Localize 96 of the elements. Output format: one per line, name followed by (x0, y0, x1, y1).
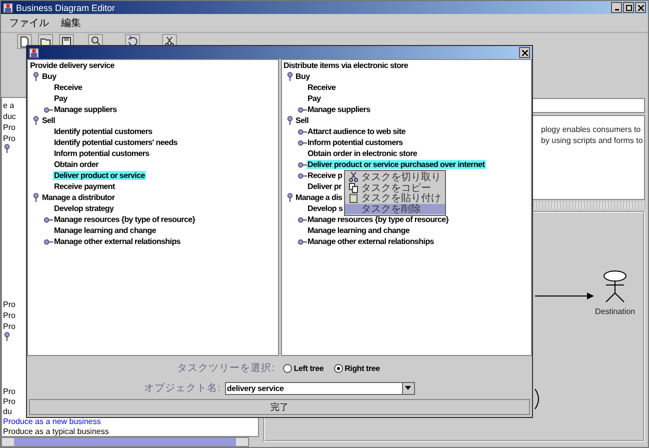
tree-item[interactable]: Pro (3, 322, 16, 331)
tree-item[interactable]: Sell (41, 116, 56, 125)
tree-item[interactable]: Deliver pr (306, 182, 342, 191)
menu-item[interactable]: 編集 (61, 16, 81, 30)
tree-item[interactable]: Pro (3, 123, 16, 132)
tree-item[interactable]: Receive payment (53, 182, 116, 191)
tree-item[interactable]: Pro (3, 387, 16, 396)
menu-item[interactable]: タスクを貼り付け (345, 193, 445, 204)
tree-item[interactable]: Pro (3, 397, 16, 406)
close-icon[interactable] (519, 47, 530, 58)
tree-item[interactable]: Manage suppliers (306, 105, 372, 114)
maximize-icon[interactable] (623, 2, 634, 13)
tree-item[interactable]: duc (3, 112, 16, 121)
scissors-icon (349, 172, 358, 182)
actor-label: Destination (595, 307, 636, 316)
field-label: オブジェクト名: (144, 382, 221, 395)
radio-option[interactable]: Right tree (334, 360, 380, 376)
app-icon (29, 48, 39, 58)
tree-item[interactable]: Manage learning and change (306, 226, 411, 235)
tree-item[interactable]: Deliver product or service (53, 171, 146, 180)
node-pin-icon[interactable] (3, 144, 11, 153)
expanded-node-icon[interactable] (286, 72, 294, 81)
window-title: Business Diagram Editor (16, 2, 116, 12)
tree-item[interactable]: Identify potential customers (53, 127, 154, 136)
tree-item[interactable]: Pay (53, 94, 68, 103)
node-pin-icon[interactable] (3, 332, 11, 341)
tree-item[interactable]: Inform potential customers (306, 138, 404, 147)
tree-item[interactable]: Pay (306, 94, 322, 103)
tree-item[interactable]: Obtain order (53, 160, 100, 169)
dropdown-icon[interactable] (402, 382, 414, 394)
tree-item[interactable]: Manage a distributor (41, 193, 116, 202)
expanded-node-icon[interactable] (32, 116, 40, 125)
expanded-node-icon[interactable] (32, 72, 40, 81)
collapsed-node-icon[interactable] (298, 138, 306, 146)
tree-item[interactable]: Inform potential customers (53, 149, 150, 158)
tree-item[interactable]: Manage other external relationships (53, 237, 182, 246)
tree-item[interactable]: Buy (41, 72, 58, 81)
tree-item[interactable]: Manage a dis (294, 193, 344, 202)
tree-item[interactable]: Pro (3, 300, 16, 309)
field-label: タスクツリーを選択: (177, 362, 275, 375)
collapsed-node-icon[interactable] (44, 238, 53, 246)
collapsed-node-icon[interactable] (44, 106, 53, 114)
tree-root[interactable]: Provide delivery service (30, 61, 114, 70)
menu-item[interactable]: タスクを削除 (345, 204, 445, 214)
radio-option[interactable]: Left tree (282, 360, 324, 376)
minimize-icon[interactable] (611, 2, 622, 13)
clipboard-icon (349, 193, 358, 204)
tree-item[interactable]: Develop s (306, 204, 344, 213)
tree-item[interactable]: du (3, 407, 12, 416)
collapsed-node-icon[interactable] (298, 238, 306, 246)
tree-item[interactable]: Receive (306, 83, 337, 92)
tree-item[interactable]: Manage resources {by type of resource} (53, 215, 196, 224)
collapsed-node-icon[interactable] (298, 172, 306, 180)
collapsed-node-icon[interactable] (298, 216, 306, 224)
tree-item[interactable]: Produce as a typical business (3, 427, 109, 436)
radio-icon[interactable] (282, 364, 292, 373)
tree-item[interactable]: Buy (294, 72, 311, 81)
expanded-node-icon[interactable] (32, 193, 40, 202)
done-button[interactable]: 完了 (29, 399, 530, 415)
tree-item[interactable]: Deliver product or service purchased over internet (306, 160, 486, 169)
collapsed-node-icon[interactable] (44, 216, 53, 224)
menu-item[interactable]: タスクをコピー (345, 182, 445, 193)
expanded-node-icon[interactable] (286, 193, 294, 202)
tree-item[interactable]: Pro (3, 311, 16, 320)
app-icon (3, 2, 13, 12)
close-icon[interactable] (635, 2, 646, 13)
tree-link[interactable]: Produce as a new business (3, 417, 101, 426)
tree-item[interactable]: Obtain order in electronic store (306, 149, 418, 158)
menu-item[interactable]: ファイル (9, 16, 49, 30)
tree-item[interactable]: e a (3, 101, 14, 110)
radio-icon[interactable] (334, 364, 343, 373)
tree-item[interactable]: Manage learning and change (53, 226, 158, 235)
connector-line[interactable] (534, 388, 539, 410)
menu-item[interactable]: タスクを切り取り (345, 172, 445, 182)
tree-item[interactable]: Receive p (306, 171, 344, 180)
actor-drawing[interactable] (604, 270, 626, 302)
object-name-combo[interactable]: delivery service (224, 382, 415, 394)
tree-item[interactable]: Manage suppliers (53, 105, 118, 114)
tree-item[interactable]: Identify potential customers' needs (53, 138, 178, 147)
tree-item[interactable]: Manage other external relationships (306, 237, 435, 246)
tree-item[interactable]: Receive (53, 83, 84, 92)
tree-item[interactable]: Manage resources {by type of resource} (306, 215, 450, 224)
arrow[interactable] (534, 292, 594, 300)
tree-root[interactable]: Distribute items via electronic store (284, 61, 408, 70)
tree-item[interactable]: Develop strategy (53, 204, 115, 213)
description-text: by using scripts and forms to (541, 135, 644, 146)
collapsed-node-icon[interactable] (298, 160, 306, 168)
description-text: plogy enables consumers to (541, 124, 642, 135)
collapsed-node-icon[interactable] (298, 128, 306, 136)
collapsed-node-icon[interactable] (298, 106, 306, 114)
tree-item[interactable]: Pro (3, 134, 16, 143)
tree-item[interactable]: Sell (294, 116, 310, 125)
copy-icon (349, 182, 358, 193)
tree-item[interactable]: Attarct audience to web site (306, 127, 406, 136)
expanded-node-icon[interactable] (286, 116, 294, 125)
scrollbar[interactable] (1, 437, 249, 447)
